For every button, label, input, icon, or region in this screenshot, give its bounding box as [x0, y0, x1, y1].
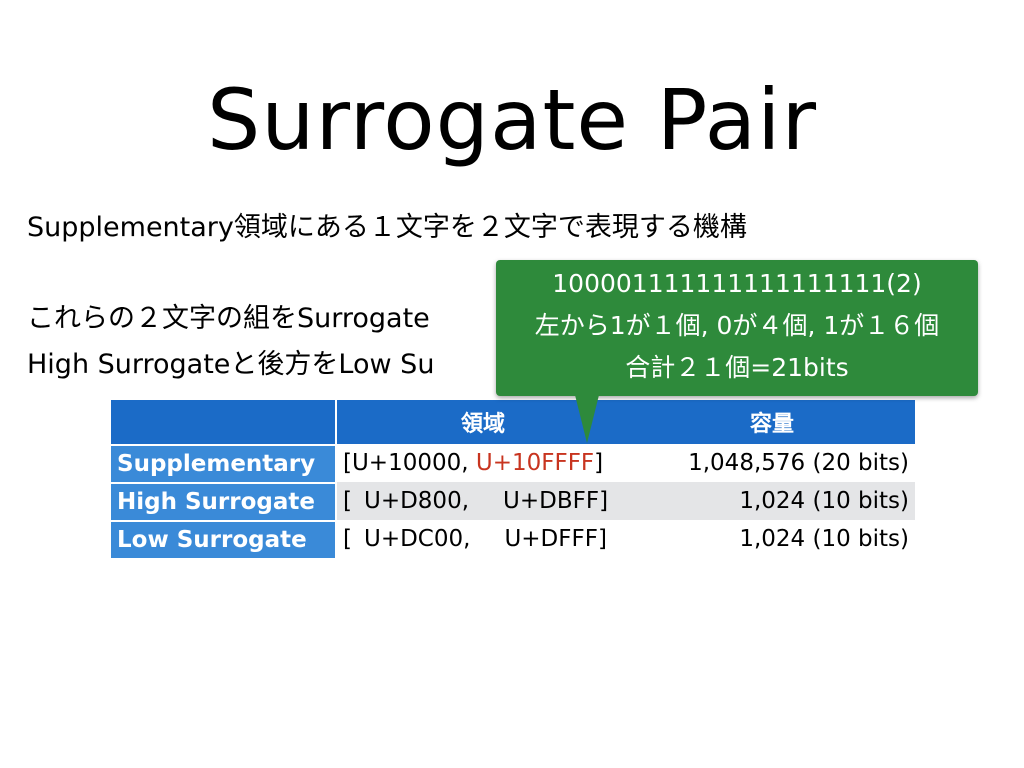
range-cell-high-surrogate: [ U+D800, U+DBFF]	[337, 482, 629, 520]
callout-binary-value: 100001111111111111111(2)	[552, 269, 922, 298]
row-header-supplementary: Supplementary	[111, 444, 337, 482]
table-corner-cell	[111, 400, 337, 444]
surrogate-range-table: 領域 容量 Supplementary [U+10000, U+10FFFF] …	[111, 400, 915, 558]
slide: { "slide": { "title": "Surrogate Pair", …	[0, 0, 1024, 768]
capacity-cell-high-surrogate: 1,024 (10 bits)	[629, 482, 915, 520]
table-row-supplementary: Supplementary [U+10000, U+10FFFF] 1,048,…	[111, 444, 915, 482]
range-open-bracket: [	[343, 488, 352, 514]
capacity-cell-low-surrogate: 1,024 (10 bits)	[739, 526, 909, 552]
column-header-capacity: 容量	[629, 400, 915, 444]
range-bracket: ]	[594, 450, 604, 476]
callout-pointer	[575, 395, 599, 443]
table-row-high-surrogate: High Surrogate [ U+D800, U+DBFF] 1,024 (10…	[111, 482, 915, 520]
range-cell-supplementary: [U+10000, U+10FFFF]	[337, 444, 629, 482]
body-line-2: これらの２文字の組をSurrogate	[27, 303, 430, 334]
range-start: U+D800,	[363, 488, 470, 514]
range-cell-low-surrogate: [ U+DC00, U+DFFF]	[337, 520, 629, 558]
range-end-highlight: U+10FFFF	[475, 450, 595, 476]
table-row-low-surrogate: Low Surrogate [ U+DC00, U+DFFF] 1,024 (10 …	[111, 520, 915, 558]
capacity-cell-supplementary: 1,048,576 (20 bits)	[688, 450, 909, 476]
range-end: U+DBFF]	[503, 488, 609, 514]
row-header-low-surrogate: Low Surrogate	[111, 520, 337, 558]
callout-bit-breakdown: 左から1が１個, 0が４個, 1が１６個	[534, 311, 940, 340]
slide-title: Surrogate Pair	[206, 71, 818, 169]
range-end: U+DFFF]	[504, 526, 607, 552]
callout-total-bits: 合計２１個=21bits	[625, 353, 849, 382]
table-header-row: 領域 容量	[111, 400, 915, 444]
range-open-bracket: [	[343, 526, 352, 552]
row-header-high-surrogate: High Surrogate	[111, 482, 337, 520]
range-start: U+DC00,	[363, 526, 471, 552]
bit-count-callout: 100001111111111111111(2) 左から1が１個, 0が４個, …	[496, 260, 978, 396]
body-line-3: High Surrogateと後方をLow Su	[27, 349, 435, 380]
range-start: [U+10000,	[343, 450, 469, 476]
body-line-1: Supplementary領域にある１文字を２文字で表現する機構	[27, 212, 747, 243]
